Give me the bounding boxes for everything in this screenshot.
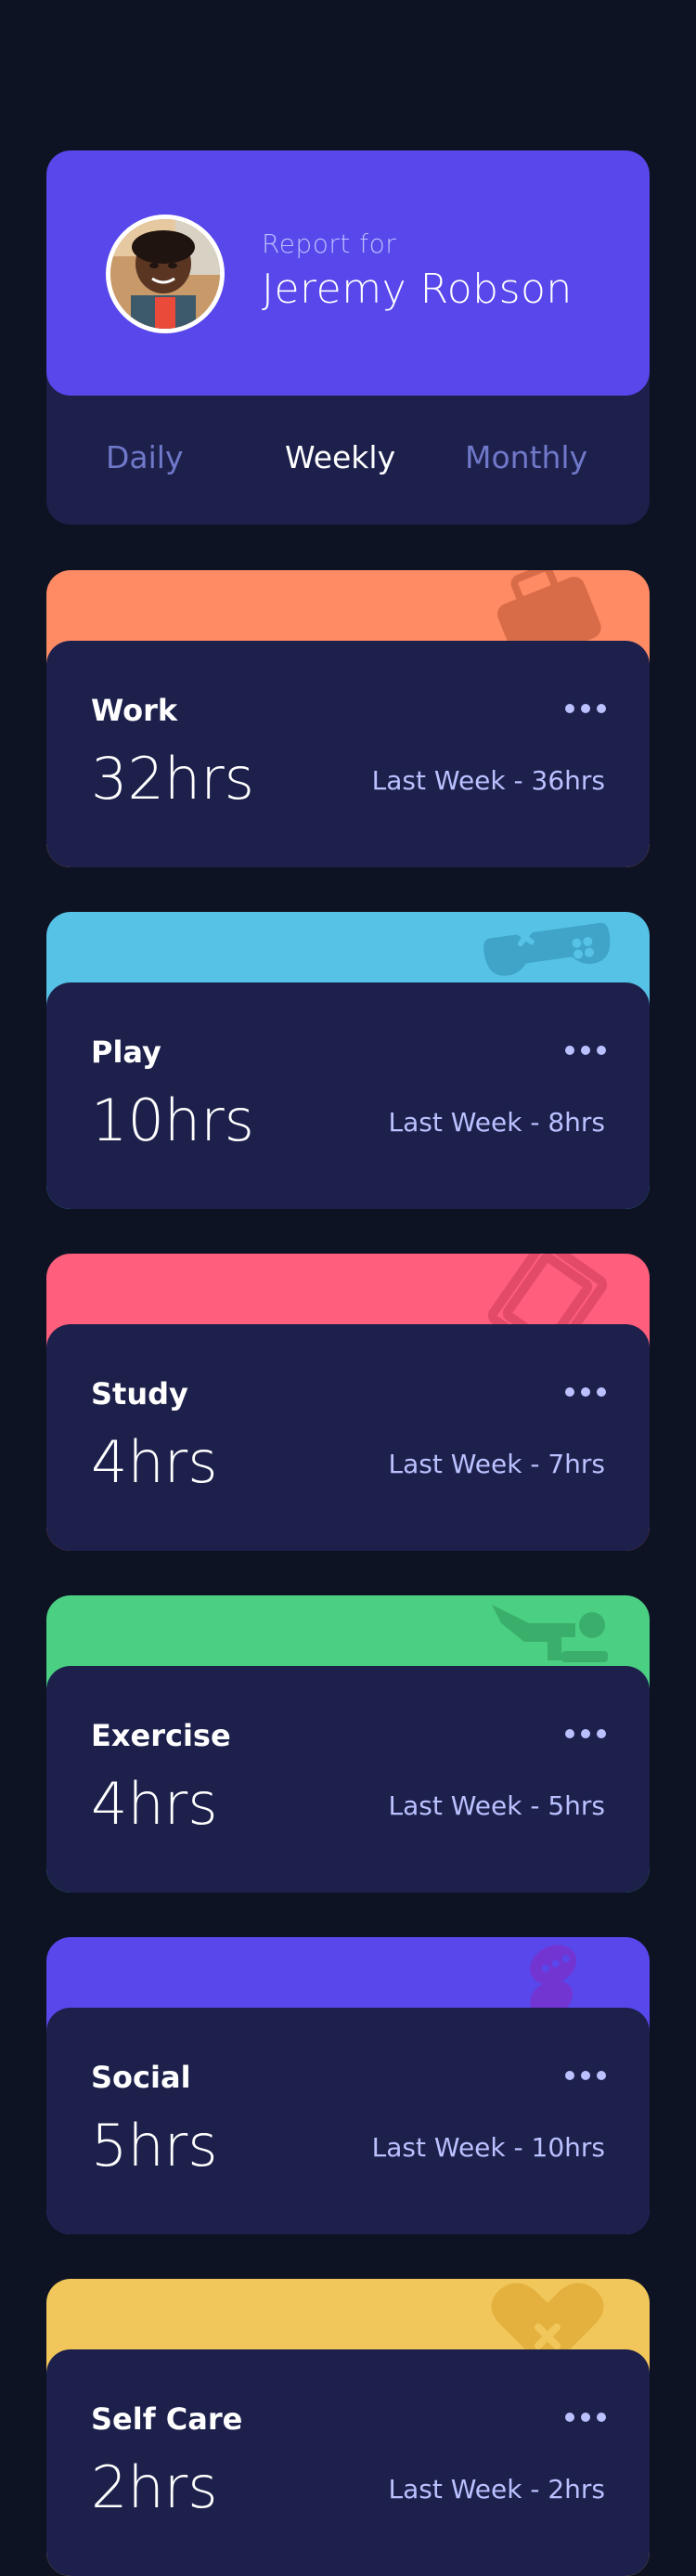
ellipsis-icon[interactable] <box>564 2062 607 2089</box>
activity-card-play: Play 10hrs Last Week - 8hrs <box>46 912 650 1209</box>
report-for-label: Report for <box>262 228 397 259</box>
activity-body[interactable]: Social 5hrs Last Week - 10hrs <box>46 2008 650 2234</box>
activity-title: Self Care <box>91 2401 243 2437</box>
activity-previous-hours: Last Week - 8hrs <box>388 1107 605 1138</box>
activity-previous-hours: Last Week - 7hrs <box>388 1449 605 1479</box>
activity-body[interactable]: Self Care 2hrs Last Week - 2hrs <box>46 2349 650 2576</box>
activity-title: Play <box>91 1034 161 1070</box>
tab-weekly[interactable]: Weekly <box>285 439 395 475</box>
tab-daily[interactable]: Daily <box>106 439 184 475</box>
activity-current-hours: 32hrs <box>91 745 254 813</box>
activity-body[interactable]: Play 10hrs Last Week - 8hrs <box>46 982 650 1209</box>
activity-current-hours: 2hrs <box>91 2453 218 2521</box>
activity-body[interactable]: Study 4hrs Last Week - 7hrs <box>46 1324 650 1551</box>
activity-previous-hours: Last Week - 2hrs <box>388 2474 605 2504</box>
activity-card-exercise: Exercise 4hrs Last Week - 5hrs <box>46 1595 650 1893</box>
user-name: Jeremy Robson <box>262 266 573 313</box>
activity-previous-hours: Last Week - 36hrs <box>371 765 605 796</box>
activity-current-hours: 10hrs <box>91 1086 254 1154</box>
timeframe-tabs: Daily Weekly Monthly <box>46 396 650 525</box>
activity-previous-hours: Last Week - 5hrs <box>388 1790 605 1821</box>
ellipsis-icon[interactable] <box>564 1036 607 1064</box>
profile-header: Report for Jeremy Robson <box>46 150 650 396</box>
activity-title: Social <box>91 2060 191 2095</box>
activity-title: Work <box>91 693 178 728</box>
ellipsis-icon[interactable] <box>564 2403 607 2431</box>
activity-title: Study <box>91 1376 188 1412</box>
activity-current-hours: 5hrs <box>91 2112 218 2179</box>
avatar <box>106 215 225 333</box>
activity-current-hours: 4hrs <box>91 1428 218 1496</box>
activity-title: Exercise <box>91 1718 231 1753</box>
profile-card: Report for Jeremy Robson Daily Weekly Mo… <box>46 150 650 525</box>
activity-card-self-care: Self Care 2hrs Last Week - 2hrs <box>46 2279 650 2576</box>
activity-body[interactable]: Exercise 4hrs Last Week - 5hrs <box>46 1666 650 1893</box>
page: Report for Jeremy Robson Daily Weekly Mo… <box>0 0 696 2576</box>
activity-current-hours: 4hrs <box>91 1770 218 1838</box>
activity-card-social: Social 5hrs Last Week - 10hrs <box>46 1937 650 2234</box>
activity-body[interactable]: Work 32hrs Last Week - 36hrs <box>46 641 650 867</box>
activity-card-study: Study 4hrs Last Week - 7hrs <box>46 1254 650 1551</box>
ellipsis-icon[interactable] <box>564 1378 607 1406</box>
ellipsis-icon[interactable] <box>564 1720 607 1748</box>
ellipsis-icon[interactable] <box>564 695 607 722</box>
activity-previous-hours: Last Week - 10hrs <box>371 2132 605 2163</box>
tab-monthly[interactable]: Monthly <box>465 439 587 475</box>
activity-card-work: Work 32hrs Last Week - 36hrs <box>46 570 650 867</box>
